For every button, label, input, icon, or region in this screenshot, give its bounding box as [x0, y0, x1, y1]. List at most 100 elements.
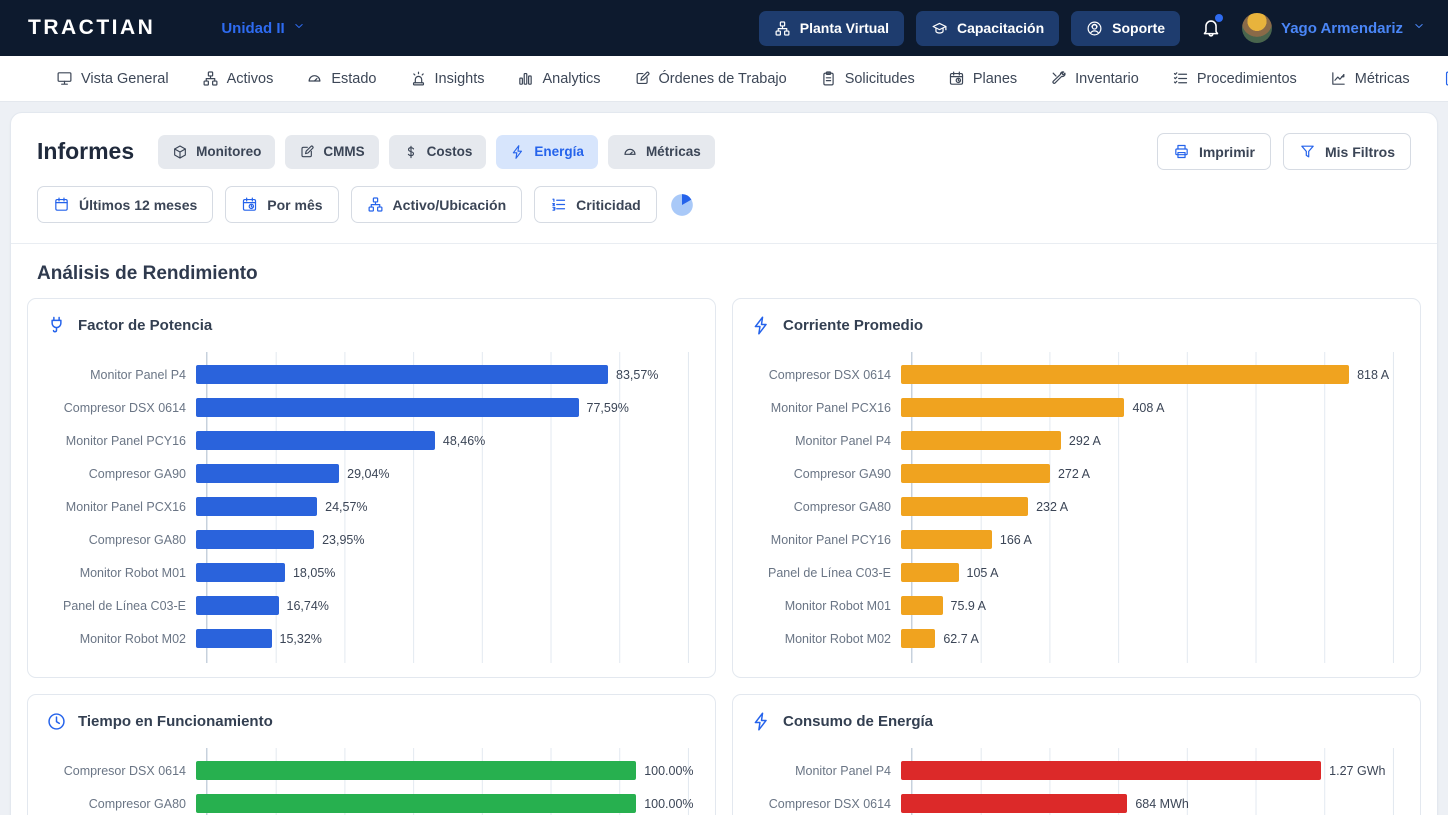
edit-square-icon: [299, 144, 315, 160]
bar-label: Monitor Panel P4: [751, 764, 901, 778]
bar: [901, 530, 992, 549]
monitor-icon: [56, 70, 73, 87]
chart-card-corriente-promedio: Corriente PromedioCompresor DSX 0614818 …: [732, 298, 1421, 678]
bar-value: 100.00%: [644, 764, 693, 778]
tab-analytics[interactable]: Analytics: [517, 70, 600, 87]
bar-label: Compresor GA80: [751, 500, 901, 514]
chart-card-tiempo-en-funcionamiento: Tiempo en Funcionamiento Compresor DSX 06…: [27, 694, 716, 815]
tab-vista-general[interactable]: Vista General: [56, 70, 169, 87]
mis-filtros-button[interactable]: Mis Filtros: [1283, 133, 1411, 170]
sitemap-icon: [367, 196, 384, 213]
tab-metricas[interactable]: Métricas: [1330, 70, 1410, 87]
category-chip-cmms[interactable]: CMMS: [285, 135, 378, 169]
chart-row: Panel de Línea C03-E 105 A: [751, 556, 1402, 589]
unread-dot: [1215, 14, 1223, 22]
bar-label: Compresor DSX 0614: [46, 764, 196, 778]
tab-informes[interactable]: Informes: [1443, 70, 1448, 87]
bar-label: Compresor GA90: [46, 467, 196, 481]
tab-ordenes-de-trabajo[interactable]: Órdenes de Trabajo: [634, 70, 787, 87]
soporte-button[interactable]: Soporte: [1071, 11, 1180, 46]
bar-label: Compresor GA90: [751, 467, 901, 481]
chart-row: Monitor Robot M0215,32%: [46, 622, 697, 655]
chart-row: Compresor GA90272 A: [751, 457, 1402, 490]
bolt-icon: [751, 315, 772, 336]
bar-label: Compresor DSX 0614: [46, 401, 196, 415]
bar-label: Monitor Robot M02: [751, 632, 901, 646]
calendar-icon: [53, 196, 70, 213]
numbered-list-icon: [550, 196, 567, 213]
bar: [196, 365, 608, 384]
bar-value: 16,74%: [287, 599, 329, 613]
chart-row: Panel de Línea C03-E16,74%: [46, 589, 697, 622]
bar-value: 105 A: [967, 566, 999, 580]
capacitacion-button[interactable]: Capacitación: [916, 11, 1059, 46]
chart-row: Monitor Robot M0118,05%: [46, 556, 697, 589]
chart-row: Compresor GA9029,04%: [46, 457, 697, 490]
main-tabs: Vista General Activos Estado Insights Analyt…: [0, 56, 1448, 102]
bar-value: 232 A: [1036, 500, 1068, 514]
bar: [196, 431, 435, 450]
header-actions: Imprimir Mis Filtros: [1157, 133, 1411, 170]
bar-value: 23,95%: [322, 533, 364, 547]
bolt-icon: [510, 144, 526, 160]
unit-label: Unidad II: [221, 20, 284, 37]
filter-activo-ubicacion-button[interactable]: Activo/Ubicación: [351, 186, 523, 223]
tab-insights[interactable]: Insights: [410, 70, 485, 87]
chevron-down-icon: [1412, 19, 1426, 33]
bar: [901, 497, 1028, 516]
bar-label: Panel de Línea C03-E: [751, 566, 901, 580]
bar: [901, 398, 1124, 417]
chart-title: Tiempo en Funcionamiento: [78, 713, 273, 730]
bar: [196, 563, 285, 582]
user-menu[interactable]: Yago Armendariz: [1242, 13, 1426, 43]
bar: [901, 431, 1061, 450]
user-name: Yago Armendariz: [1281, 20, 1403, 37]
bar-chart-icon: [517, 70, 534, 87]
tab-planes[interactable]: Planes: [948, 70, 1017, 87]
filter-por-mes-button[interactable]: Por mês: [225, 186, 338, 223]
bar-label: Compresor DSX 0614: [751, 368, 901, 382]
category-chip-metricas[interactable]: Métricas: [608, 135, 715, 169]
category-chip-costos[interactable]: Costos: [389, 135, 487, 169]
chart-row: Monitor Robot M0262.7 A: [751, 622, 1402, 655]
chart-card-factor-de-potencia: Factor de PotenciaMonitor Panel P483,57%…: [27, 298, 716, 678]
bar-value: 166 A: [1000, 533, 1032, 547]
bar: [196, 761, 636, 780]
clock-icon: [46, 711, 67, 732]
tab-activos[interactable]: Activos: [202, 70, 274, 87]
bar-value: 75.9 A: [951, 599, 986, 613]
charts-grid: Factor de PotenciaMonitor Panel P483,57%…: [11, 298, 1437, 815]
bar-label: Monitor Panel P4: [751, 434, 901, 448]
bar-value: 77,59%: [587, 401, 629, 415]
filter-ultimos-12-meses-button[interactable]: Últimos 12 meses: [37, 186, 213, 223]
tab-procedimientos[interactable]: Procedimientos: [1172, 70, 1297, 87]
chart-type-pie-button[interactable]: [669, 192, 695, 218]
bar: [196, 596, 279, 615]
unit-selector[interactable]: Unidad II: [221, 19, 305, 37]
bar: [901, 794, 1127, 813]
bar-value: 292 A: [1069, 434, 1101, 448]
bolt-icon: [751, 711, 772, 732]
sitemap-icon: [202, 70, 219, 87]
chart-row: Monitor Panel P4 292 A: [751, 424, 1402, 457]
category-chip-monitoreo[interactable]: Monitoreo: [158, 135, 275, 169]
avatar: [1242, 13, 1272, 43]
notifications-bell[interactable]: [1200, 16, 1222, 41]
planta-virtual-label: Planta Virtual: [800, 20, 889, 36]
plug-icon: [46, 315, 67, 336]
bar-value: 18,05%: [293, 566, 335, 580]
bar-value: 100.00%: [644, 797, 693, 811]
edit-square-icon: [634, 70, 651, 87]
category-chip-energia[interactable]: Energía: [496, 135, 598, 169]
graduation-cap-icon: [931, 20, 948, 37]
filter-criticidad-button[interactable]: Criticidad: [534, 186, 657, 223]
tab-solicitudes[interactable]: Solicitudes: [820, 70, 915, 87]
imprimir-button[interactable]: Imprimir: [1157, 133, 1271, 170]
tab-estado[interactable]: Estado: [306, 70, 376, 87]
cube-icon: [172, 144, 188, 160]
bar: [901, 464, 1050, 483]
planta-virtual-button[interactable]: Planta Virtual: [759, 11, 904, 46]
tab-inventario[interactable]: Inventario: [1050, 70, 1139, 87]
checklist-icon: [1172, 70, 1189, 87]
section-title: Análisis de Rendimiento: [37, 263, 1411, 285]
